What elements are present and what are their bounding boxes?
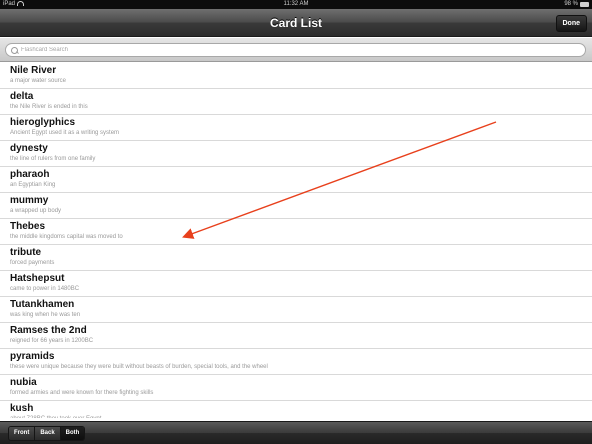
- card-definition: reigned for 66 years in 1200BC: [10, 338, 94, 344]
- card-definition: Ancient Egypt used it as a writing syste…: [10, 130, 120, 136]
- card-term: kush: [10, 403, 34, 414]
- card-row[interactable]: pharaoh an Egyptian King: [0, 167, 592, 193]
- card-row[interactable]: delta the Nile River is ended in this: [0, 89, 592, 115]
- card-definition: was king when he was ten: [10, 312, 81, 318]
- battery-percent: 98 %: [564, 1, 578, 7]
- card-term: delta: [10, 91, 34, 102]
- card-row[interactable]: tribute forced payments: [0, 245, 592, 271]
- card-definition: these were unique because they were buil…: [10, 364, 268, 370]
- card-row[interactable]: mummy a wrapped up body: [0, 193, 592, 219]
- status-bar: iPad 11:32 AM 98 %: [0, 0, 592, 9]
- search-icon: [11, 46, 18, 54]
- search-bar: [0, 38, 592, 62]
- card-definition: came to power in 1480BC: [10, 286, 80, 292]
- card-definition: formed armies and were known for there f…: [10, 390, 154, 396]
- page-title: Card List: [269, 16, 322, 30]
- navigation-bar: Card List Done: [0, 9, 592, 37]
- card-term: pyramids: [10, 351, 55, 362]
- done-button[interactable]: Done: [555, 15, 587, 32]
- card-term: hieroglyphics: [10, 117, 76, 128]
- clock: 11:32 AM: [283, 1, 309, 7]
- card-definition: the line of rulers from one family: [10, 156, 96, 162]
- card-term: Ramses the 2nd: [10, 325, 87, 336]
- card-side-segmented-control: Front Back Both: [8, 426, 86, 441]
- battery-status: 98 %: [564, 0, 589, 9]
- search-field[interactable]: [5, 43, 586, 57]
- segment-both[interactable]: Both: [60, 427, 85, 440]
- card-row[interactable]: hieroglyphics Ancient Egypt used it as a …: [0, 115, 592, 141]
- card-term: pharaoh: [10, 169, 50, 180]
- card-definition: a major water source: [10, 78, 67, 84]
- card-term: tribute: [10, 247, 42, 258]
- card-row[interactable]: Hatshepsut came to power in 1480BC: [0, 271, 592, 297]
- card-term: nubia: [10, 377, 37, 388]
- card-definition: the Nile River is ended in this: [10, 104, 88, 110]
- card-term: Hatshepsut: [10, 273, 65, 284]
- card-row[interactable]: Ramses the 2nd reigned for 66 years in 12…: [0, 323, 592, 349]
- battery-icon: [580, 2, 589, 7]
- card-definition: about 728BC they took over Egypt: [10, 415, 592, 418]
- card-row[interactable]: pyramids these were unique because they w…: [0, 349, 592, 375]
- search-input[interactable]: [21, 44, 521, 56]
- card-term: Tutankhamen: [10, 299, 75, 310]
- segment-front[interactable]: Front: [9, 427, 36, 440]
- card-term: dynesty: [10, 143, 48, 154]
- card-row[interactable]: kushabout 728BC they took over Egypt: [0, 401, 592, 418]
- card-term: Thebes: [10, 221, 46, 232]
- card-term: Nile River: [10, 65, 57, 76]
- card-definition: a wrapped up body: [10, 208, 62, 214]
- card-row[interactable]: Thebes the middle kingdoms capital was mo…: [0, 219, 592, 245]
- segment-back[interactable]: Back: [35, 427, 61, 440]
- card-list[interactable]: Nile River a major water source delta the N…: [0, 63, 592, 418]
- card-definition: an Egyptian King: [10, 182, 56, 188]
- card-row[interactable]: nubia formed armies and were known for th…: [0, 375, 592, 401]
- card-term: mummy: [10, 195, 49, 206]
- card-row[interactable]: Tutankhamen was king when he was ten: [0, 297, 592, 323]
- card-row[interactable]: dynesty the line of rulers from one famil…: [0, 141, 592, 167]
- card-row[interactable]: Nile River a major water source: [0, 63, 592, 89]
- card-definition: the middle kingdoms capital was moved to: [10, 234, 123, 240]
- bottom-toolbar: Front Back Both: [0, 421, 592, 444]
- card-definition: forced payments: [10, 260, 55, 266]
